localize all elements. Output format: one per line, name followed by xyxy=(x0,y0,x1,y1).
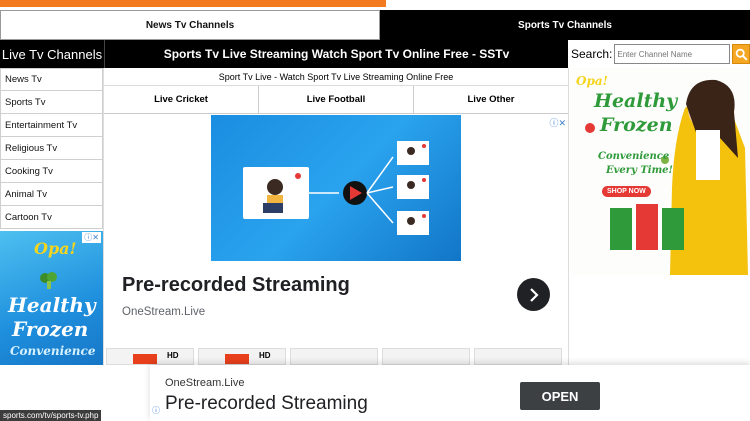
channel-thumbnail[interactable]: HD xyxy=(106,348,194,365)
search-button[interactable] xyxy=(732,44,750,64)
search-icon xyxy=(735,48,748,61)
sidebar-item-animal-tv[interactable]: Animal Tv xyxy=(0,183,103,206)
ad-tagline-1: Healthy xyxy=(594,90,678,112)
ad-tagline-1: Healthy xyxy=(8,293,96,317)
bottom-ad-banner[interactable]: OneStream.Live Pre-recorded Streaming OP… xyxy=(150,365,750,421)
right-food-ad[interactable]: Opa! Healthy Frozen Convenience Every Ti… xyxy=(570,68,750,275)
tab-live-cricket[interactable]: Live Cricket xyxy=(104,86,259,113)
channel-thumbnail[interactable] xyxy=(474,348,562,365)
ad-tagline-3: Convenience xyxy=(10,344,96,358)
search-input[interactable] xyxy=(614,44,731,64)
tab-news-tv-channels[interactable]: News Tv Channels xyxy=(0,10,380,40)
tab-live-other[interactable]: Live Other xyxy=(414,86,568,113)
sidebar-item-cooking-tv[interactable]: Cooking Tv xyxy=(0,160,103,183)
chevron-right-icon xyxy=(529,287,539,302)
ad-brand-logo: Opa! xyxy=(576,74,608,88)
channel-thumbnails: HD HD xyxy=(104,348,570,365)
top-tabs: News Tv Channels Sports Tv Channels xyxy=(0,10,750,40)
ad-tagline-4: Every Time! xyxy=(606,165,673,176)
open-button[interactable]: OPEN xyxy=(520,382,600,410)
ad-tagline-3: Convenience xyxy=(598,151,670,162)
shop-now-button[interactable]: SHOP NOW xyxy=(602,186,651,197)
streaming-illustration xyxy=(243,141,429,235)
ad-tagline-2: Frozen xyxy=(12,317,89,341)
tab-sports-tv-channels[interactable]: Sports Tv Channels xyxy=(380,10,750,40)
ad-headline[interactable]: Pre-recorded Streaming xyxy=(122,274,350,297)
sidebar-item-news-tv[interactable]: News Tv xyxy=(0,68,103,91)
search-label: Search: xyxy=(571,47,613,61)
ad-choices-icon[interactable]: ⓘ✕ xyxy=(82,232,101,243)
channel-thumbnail[interactable] xyxy=(382,348,470,365)
live-tv-channels-heading: Live Tv Channels xyxy=(0,40,104,68)
page-subtitle: Sport Tv Live - Watch Sport Tv Live Stre… xyxy=(104,68,568,86)
sport-tabs: Live Cricket Live Football Live Other xyxy=(104,86,568,114)
top-orange-bar xyxy=(0,0,386,7)
ad-illustration[interactable] xyxy=(211,115,461,261)
sidebar: News Tv Sports Tv Entertainment Tv Relig… xyxy=(0,68,103,229)
ad-info-icon[interactable]: ⓘ xyxy=(152,405,160,416)
channel-thumbnail[interactable] xyxy=(290,348,378,365)
ad-tagline-2: Frozen xyxy=(600,114,673,136)
channel-thumbnail[interactable]: HD xyxy=(198,348,286,365)
status-bar-url: sports.com/tv/sports-tv.php xyxy=(0,410,102,421)
banner-domain[interactable]: OneStream.Live xyxy=(165,377,244,389)
sidebar-item-entertainment-tv[interactable]: Entertainment Tv xyxy=(0,114,103,137)
page-title: Sports Tv Live Streaming Watch Sport Tv … xyxy=(104,40,568,68)
sidebar-item-cartoon-tv[interactable]: Cartoon Tv xyxy=(0,206,103,229)
sidebar-item-religious-tv[interactable]: Religious Tv xyxy=(0,137,103,160)
banner-headline[interactable]: Pre-recorded Streaming xyxy=(165,393,368,415)
ad-brand-logo: Opa! xyxy=(34,239,77,258)
header-row: Live Tv Channels Sports Tv Live Streamin… xyxy=(0,40,750,68)
sidebar-item-sports-tv[interactable]: Sports Tv xyxy=(0,91,103,114)
ad-choices-icon[interactable]: ⓘ✕ xyxy=(549,116,566,129)
tab-live-football[interactable]: Live Football xyxy=(259,86,414,113)
ad-domain[interactable]: OneStream.Live xyxy=(122,306,205,318)
main-content: Sport Tv Live - Watch Sport Tv Live Stre… xyxy=(103,68,569,365)
search-area: Search: xyxy=(568,40,750,68)
left-food-ad[interactable]: ⓘ✕ Opa! Healthy Frozen Convenience xyxy=(0,231,103,365)
broccoli-icon xyxy=(40,272,57,289)
ad-next-button[interactable] xyxy=(517,278,550,311)
blank-area xyxy=(0,365,150,410)
